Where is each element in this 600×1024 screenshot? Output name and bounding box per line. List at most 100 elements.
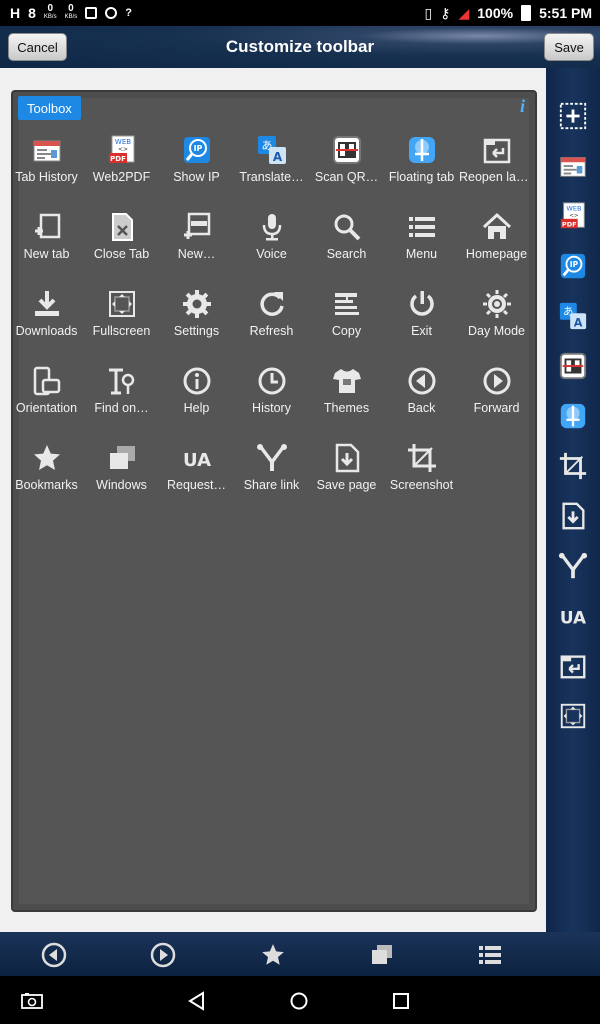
recents-square-icon[interactable] <box>390 990 412 1012</box>
toolbox-item[interactable]: History <box>234 365 309 415</box>
toolbox-item[interactable]: Exit <box>384 288 459 338</box>
svg-text:<>: <> <box>569 213 579 219</box>
floating-tab-icon[interactable] <box>557 400 589 432</box>
search-icon <box>331 211 363 243</box>
toolbox-item[interactable]: Help <box>159 365 234 415</box>
clock-icon <box>256 365 288 397</box>
page-title: Customize toolbar <box>225 37 375 56</box>
toolbox-item[interactable]: Save page <box>309 442 384 492</box>
reopen-icon <box>481 134 513 166</box>
toolbox-item[interactable]: New… <box>159 211 234 261</box>
windows-icon <box>106 442 138 474</box>
network-type: H <box>10 5 21 21</box>
toolbox-item-label: Themes <box>323 401 370 415</box>
toolbox-item[interactable]: Scan QR… <box>309 134 384 184</box>
toolbox-item[interactable]: Screenshot <box>384 442 459 492</box>
pdf-icon[interactable]: WEB <> PDF <box>557 200 589 232</box>
toolbox-item[interactable]: Floating tab <box>384 134 459 184</box>
toolbox-item[interactable]: Tab History <box>9 134 84 184</box>
ua-icon[interactable]: UA <box>557 600 589 632</box>
key-icon: ⚷ <box>440 4 451 21</box>
toolbox-item[interactable]: Back <box>384 365 459 415</box>
pdf-icon: WEB <> PDF <box>106 134 138 166</box>
toolbox-item-label: Reopen las… <box>459 170 534 184</box>
forward-icon[interactable] <box>150 942 176 968</box>
copy-icon <box>331 288 363 320</box>
system-nav-bar <box>0 976 600 1024</box>
toolbox-item[interactable]: Fullscreen <box>84 288 159 338</box>
data-icon: 8 <box>28 5 36 21</box>
status-bar: H 8 0 KB/s 0 KB/s ? ▯ ⚷ ◢ 100% 5:51 PM <box>0 0 600 26</box>
orientation-icon <box>31 365 63 397</box>
image-icon <box>85 7 98 19</box>
microphone-icon <box>256 211 288 243</box>
signal-unknown: ? <box>125 7 132 19</box>
toolbox-item[interactable]: あ A Translate… <box>234 134 309 184</box>
toolbox-item[interactable]: IP Show IP <box>159 134 234 184</box>
shirt-icon <box>331 365 363 397</box>
toolbox-item[interactable]: Bookmarks <box>9 442 84 492</box>
toolbox-item[interactable]: Share link <box>234 442 309 492</box>
back-icon[interactable] <box>41 942 67 968</box>
toolbox-item[interactable]: Themes <box>309 365 384 415</box>
toolbox-item-label: Bookmarks <box>15 478 78 492</box>
add-icon[interactable] <box>557 100 589 132</box>
info-icon[interactable]: i <box>520 96 525 117</box>
toolbox-item[interactable]: Copy <box>309 288 384 338</box>
gear-icon <box>181 288 213 320</box>
toolbox-item[interactable]: Forward <box>459 365 534 415</box>
toolbox-item[interactable]: Close Tab <box>84 211 159 261</box>
toolbox-item[interactable]: New tab <box>9 211 84 261</box>
download-speed: 0 KB/s <box>64 3 78 21</box>
translate-icon[interactable]: あA <box>557 300 589 332</box>
save-page-icon[interactable] <box>557 500 589 532</box>
screenshot-icon[interactable] <box>21 990 43 1012</box>
toolbox-item[interactable]: Menu <box>384 211 459 261</box>
toolbox-item[interactable]: Homepage <box>459 211 534 261</box>
home-icon <box>481 211 513 243</box>
toolbox-item[interactable]: Find on… <box>84 365 159 415</box>
show-ip-icon: IP <box>181 134 213 166</box>
share-icon[interactable] <box>557 550 589 582</box>
home-circle-icon[interactable] <box>288 990 310 1012</box>
show-ip-icon[interactable]: IP <box>557 250 589 282</box>
toolbox-item[interactable]: Settings <box>159 288 234 338</box>
reopen-icon[interactable] <box>557 650 589 682</box>
svg-text:PDF: PDF <box>562 220 577 228</box>
toolbox-item-label: Orientation <box>15 401 78 415</box>
toolbox-item[interactable]: Search <box>309 211 384 261</box>
toolbox-item[interactable]: Reopen las… <box>459 134 534 184</box>
toolbox-item-label: Forward <box>473 401 520 415</box>
incognito-icon <box>181 211 213 243</box>
save-page-icon <box>331 442 363 474</box>
bottom-toolbar <box>0 932 600 976</box>
toolbox-item[interactable]: WEB <> PDF Web2PDF <box>84 134 159 184</box>
toolbox-item[interactable]: Day Mode <box>459 288 534 338</box>
svg-text:A: A <box>272 150 282 164</box>
toolbox-item[interactable]: Downloads <box>9 288 84 338</box>
app-icon <box>105 7 118 19</box>
toolbox-item-label: Close Tab <box>93 247 150 261</box>
back-triangle-icon[interactable] <box>186 990 208 1012</box>
toolbox-tab[interactable]: Toolbox <box>18 96 81 120</box>
toolbox-item-label: Save page <box>316 478 377 492</box>
menu-icon[interactable] <box>477 942 503 968</box>
toolbox-item[interactable]: UA Request… <box>159 442 234 492</box>
battery-icon <box>521 5 532 21</box>
star-icon[interactable] <box>260 942 286 968</box>
toolbox-item[interactable]: Windows <box>84 442 159 492</box>
toolbox-item[interactable]: Refresh <box>234 288 309 338</box>
svg-text:UA: UA <box>560 608 586 628</box>
save-button[interactable]: Save <box>544 33 594 61</box>
toolbox-item[interactable]: Voice <box>234 211 309 261</box>
share-icon <box>256 442 288 474</box>
svg-text:WEB: WEB <box>566 204 582 212</box>
tab-history-icon[interactable] <box>557 150 589 182</box>
fullscreen-icon[interactable] <box>557 700 589 732</box>
toolbox-item[interactable]: Orientation <box>9 365 84 415</box>
toolbox-item-label: Screenshot <box>389 478 454 492</box>
windows-icon[interactable] <box>369 942 395 968</box>
qr-icon[interactable] <box>557 350 589 382</box>
crop-icon[interactable] <box>557 450 589 482</box>
menu-icon <box>406 211 438 243</box>
